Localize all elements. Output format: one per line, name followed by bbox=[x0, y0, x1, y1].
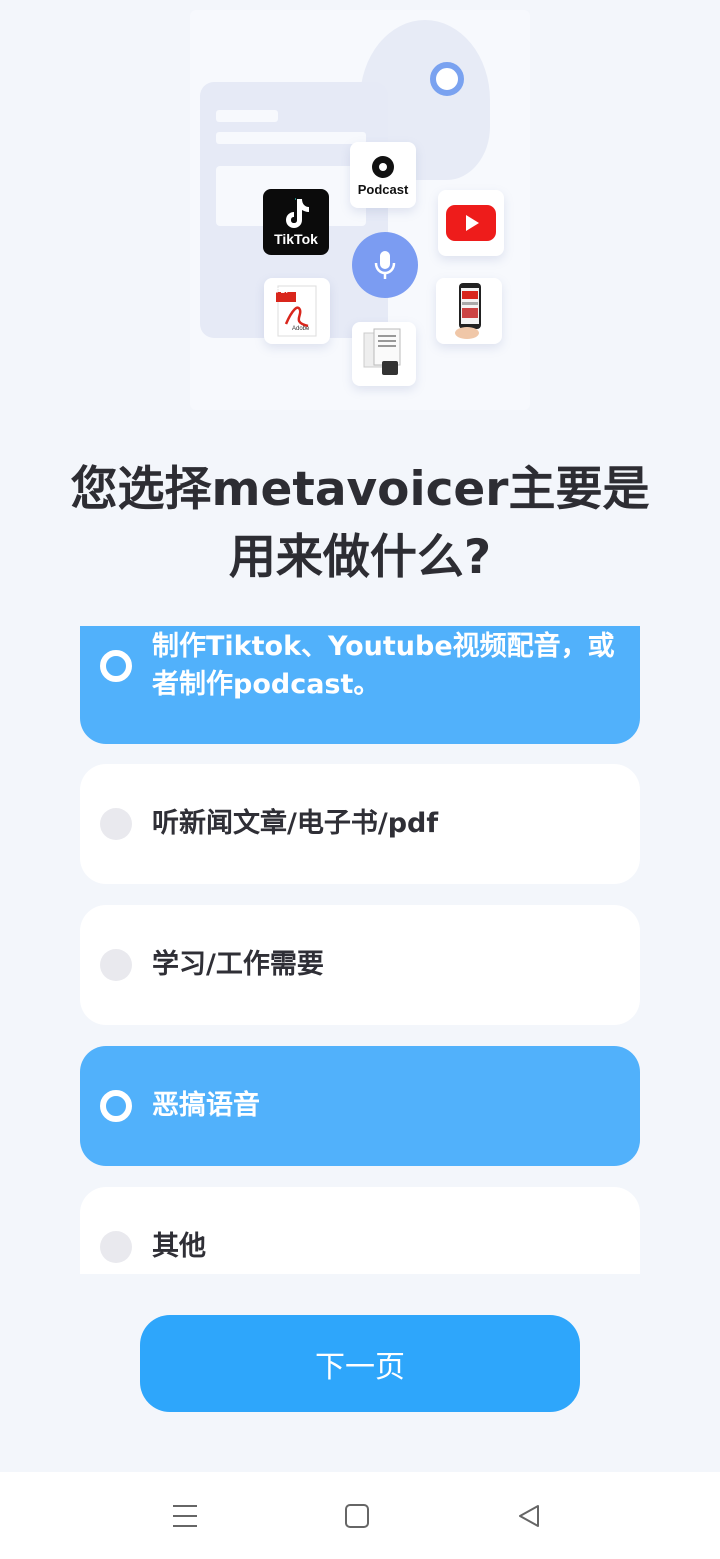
tiktok-logo: TikTok bbox=[263, 189, 329, 255]
tiktok-label: TikTok bbox=[274, 231, 318, 247]
option-prank-voice[interactable]: 恶搞语音 bbox=[80, 1046, 640, 1166]
ring-icon bbox=[430, 62, 464, 96]
back-triangle-icon[interactable] bbox=[512, 1500, 546, 1532]
radio-unselected-icon[interactable] bbox=[100, 949, 132, 981]
next-page-button[interactable]: 下一页 bbox=[140, 1315, 580, 1412]
document-line bbox=[216, 110, 278, 122]
document-line bbox=[216, 132, 366, 144]
tiktok-tile: TikTok bbox=[260, 186, 332, 258]
question-line-1: 您选择metavoicer主要是 bbox=[70, 462, 650, 517]
radio-unselected-icon[interactable] bbox=[100, 808, 132, 840]
radio-selected-icon[interactable] bbox=[100, 650, 132, 682]
option-other[interactable]: 其他 bbox=[80, 1187, 640, 1274]
youtube-icon bbox=[446, 205, 496, 241]
option-label: 制作Tiktok、Youtube视频配音，或者制作podcast。 bbox=[152, 631, 615, 700]
ebook-icon bbox=[363, 328, 401, 375]
podcast-icon bbox=[372, 155, 394, 178]
phone-news-tile bbox=[436, 278, 502, 344]
pdf-tile: PDF Adobe bbox=[264, 278, 330, 344]
option-label: 恶搞语音 bbox=[152, 1090, 260, 1121]
option-label: 其他 bbox=[152, 1231, 206, 1262]
tiktok-note-icon bbox=[286, 198, 309, 228]
radio-unselected-icon[interactable] bbox=[100, 1231, 132, 1263]
smartphone-icon bbox=[455, 283, 481, 339]
question-title: 您选择metavoicer主要是 用来做什么? bbox=[60, 456, 660, 592]
pdf-label: PDF bbox=[276, 288, 290, 295]
podcast-label: Podcast bbox=[357, 181, 409, 197]
microphone-button-illustration bbox=[352, 232, 418, 298]
option-label: 听新闻文章/电子书/pdf bbox=[152, 808, 439, 839]
option-listen-articles[interactable]: 听新闻文章/电子书/pdf bbox=[80, 764, 640, 884]
home-square-icon[interactable] bbox=[340, 1500, 374, 1532]
radio-selected-icon[interactable] bbox=[100, 1090, 132, 1122]
screen: Podcast TikTok PDF Adobe 您选择metavoicer主要… bbox=[0, 0, 720, 1559]
podcast-tile: Podcast bbox=[350, 142, 416, 208]
adobe-label: Adobe bbox=[292, 326, 310, 332]
ebook-tile bbox=[352, 322, 416, 386]
microphone-icon bbox=[374, 251, 396, 279]
youtube-tile bbox=[438, 190, 504, 256]
system-navigation-bar bbox=[0, 1472, 720, 1559]
hero-illustration: Podcast TikTok PDF Adobe bbox=[190, 10, 530, 410]
question-line-2: 用来做什么? bbox=[228, 530, 492, 585]
options-list: 制作Tiktok、Youtube视频配音，或者制作podcast。 听新闻文章/… bbox=[80, 626, 640, 1274]
option-label: 学习/工作需要 bbox=[152, 949, 324, 980]
menu-icon[interactable] bbox=[168, 1500, 202, 1532]
option-video-dubbing[interactable]: 制作Tiktok、Youtube视频配音，或者制作podcast。 bbox=[80, 626, 640, 744]
option-study-work[interactable]: 学习/工作需要 bbox=[80, 905, 640, 1025]
